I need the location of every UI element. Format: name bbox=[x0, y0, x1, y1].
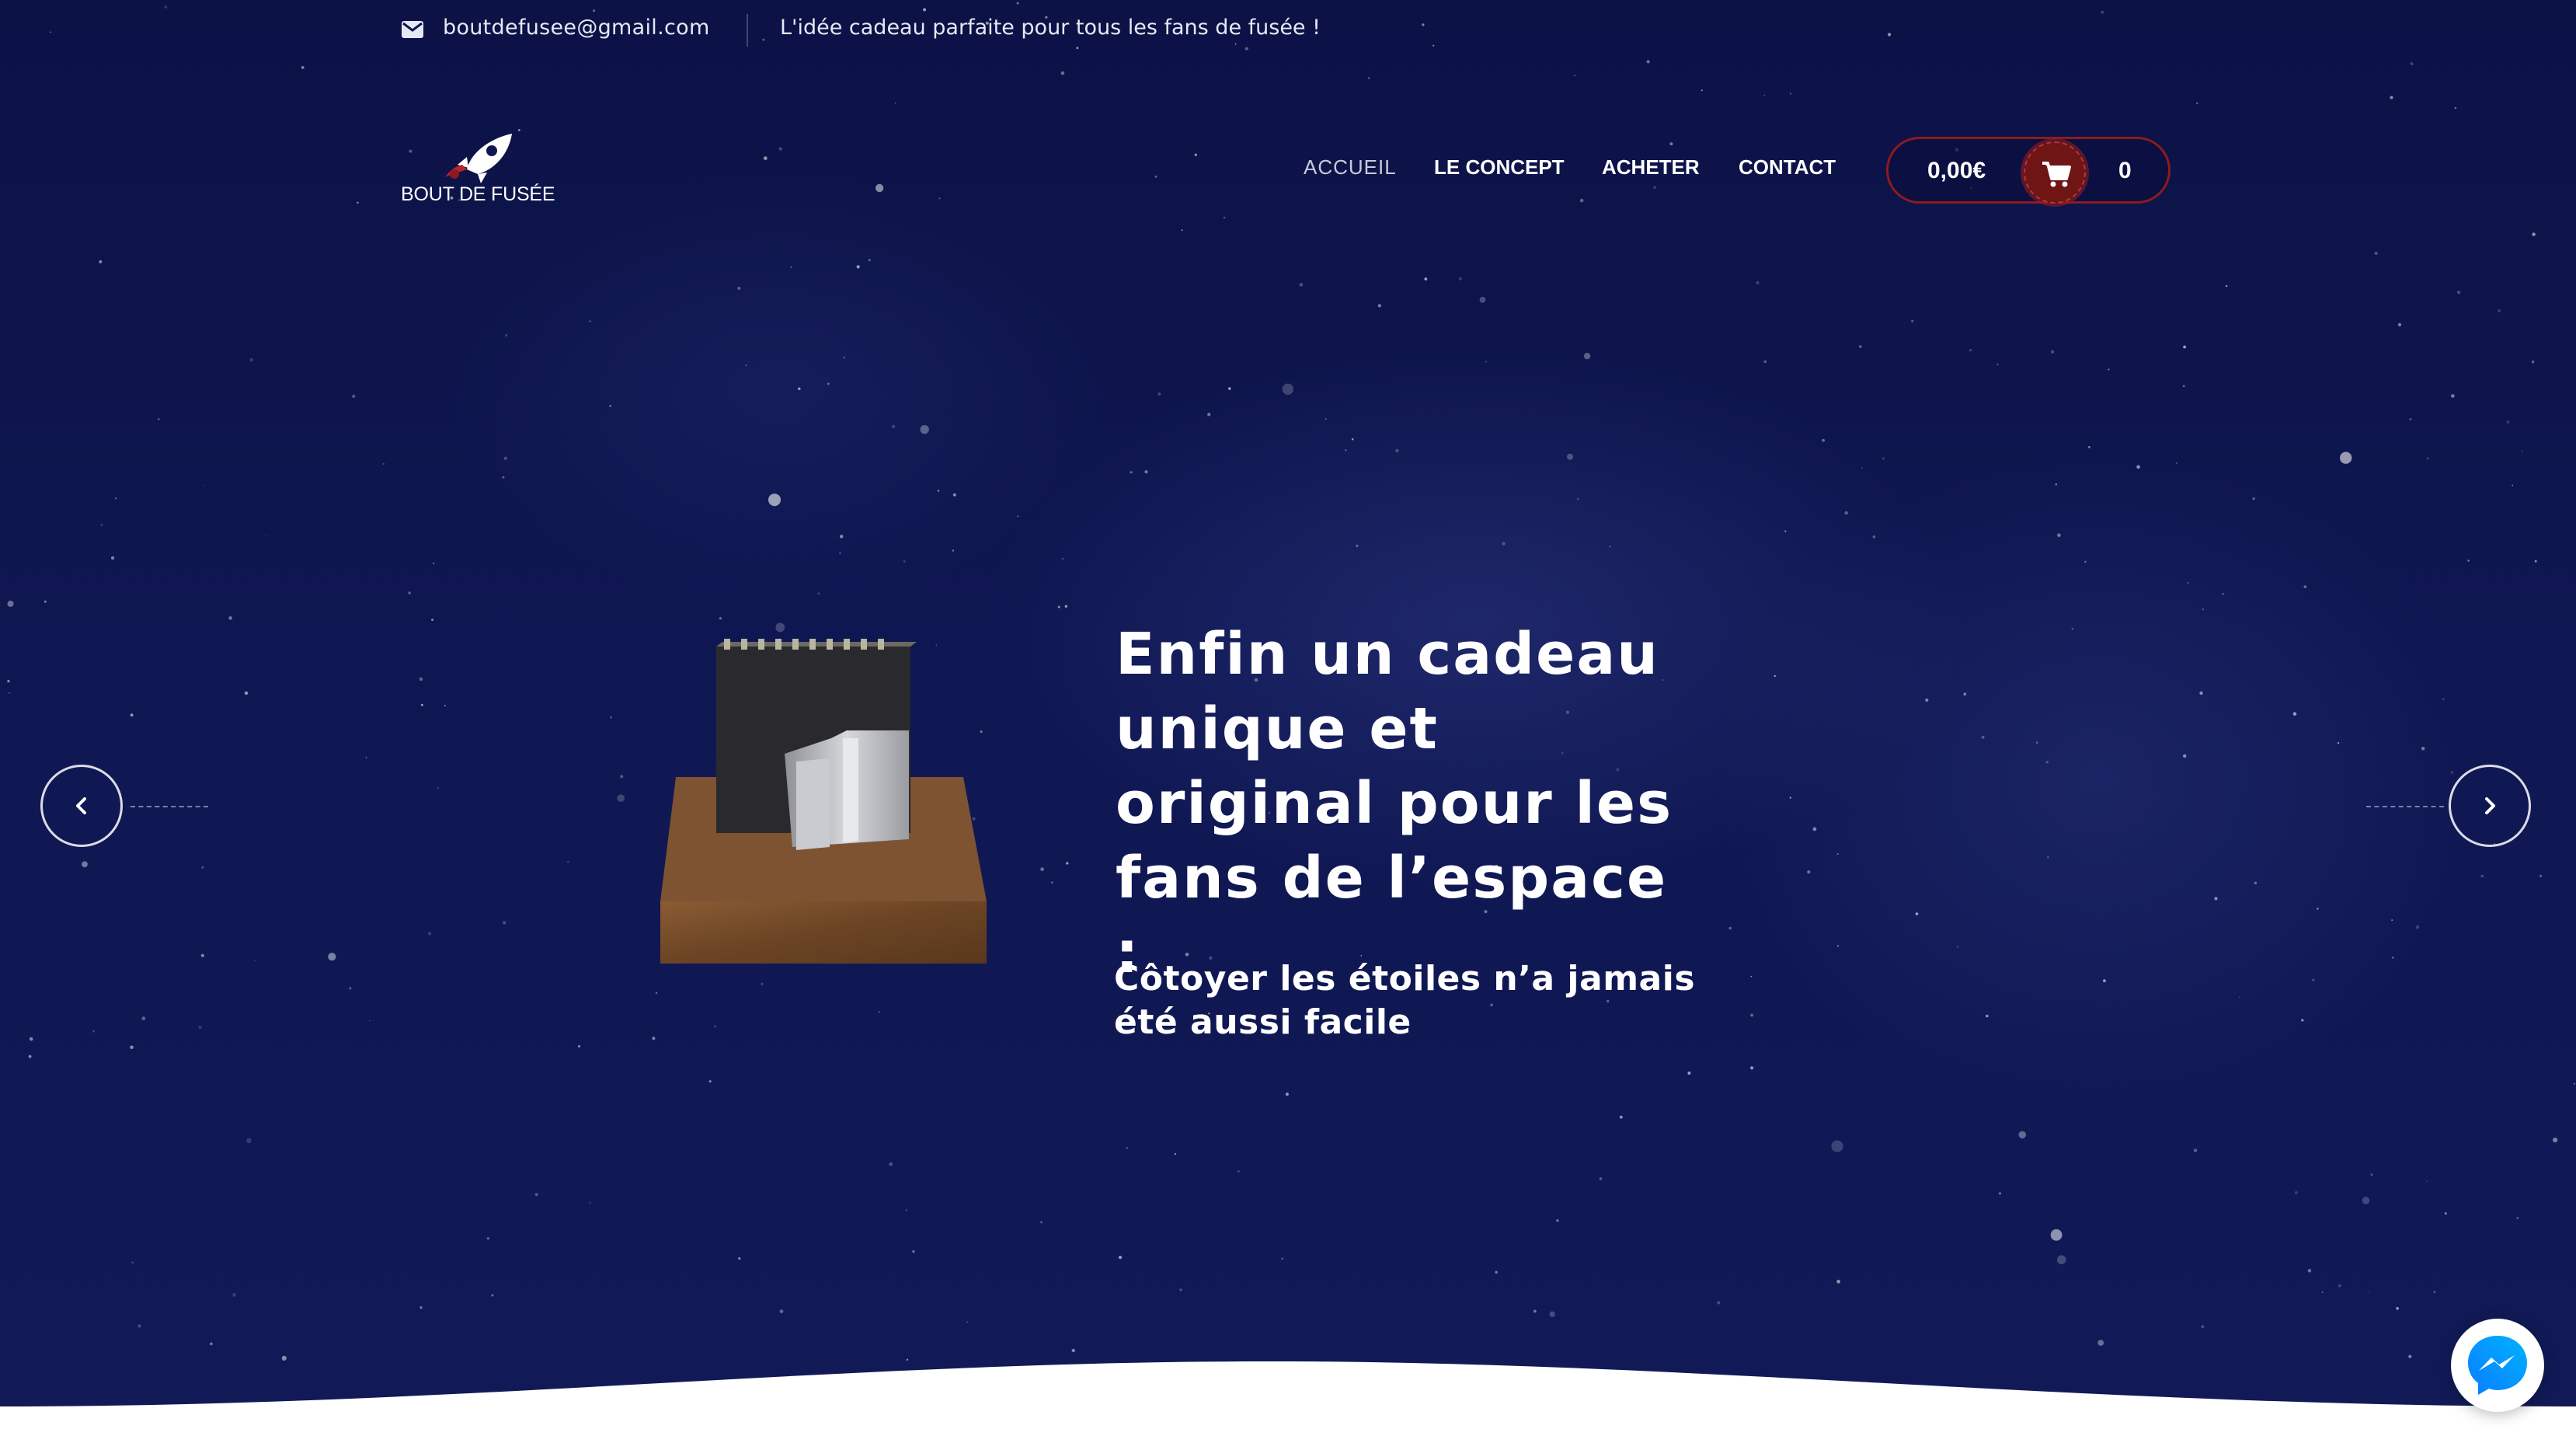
topbar-divider bbox=[747, 14, 748, 47]
top-bar: boutdefusee@gmail.com L'idée cadeau parf… bbox=[0, 0, 2576, 61]
prev-dash-line bbox=[131, 806, 208, 807]
chevron-right-icon bbox=[2485, 797, 2495, 814]
hero-section: boutdefusee@gmail.com L'idée cadeau parf… bbox=[0, 0, 2576, 1436]
messenger-icon bbox=[2468, 1336, 2527, 1395]
slider-subline: Côtoyer les étoiles n’a jamais été aussi… bbox=[1114, 959, 1696, 1042]
slider-prev-button[interactable] bbox=[40, 765, 123, 847]
logo-text: BOUT DE FUSÉE bbox=[401, 183, 555, 205]
nav-item-acheter[interactable]: ACHETER bbox=[1602, 155, 1700, 180]
envelope-icon bbox=[402, 21, 423, 38]
cart-widget[interactable]: 0,00€ 0 bbox=[1886, 137, 2170, 204]
cart-icon bbox=[2042, 162, 2071, 187]
topbar-tagline: L'idée cadeau parfaite pour tous les fan… bbox=[780, 16, 1321, 40]
slider-headline: Enfin un cadeau unique et original pour … bbox=[1116, 621, 1673, 986]
nav-item-le-concept[interactable]: LE CONCEPT bbox=[1434, 155, 1565, 180]
nav-item-accueil[interactable]: ACCUEIL bbox=[1304, 155, 1397, 180]
cart-button[interactable] bbox=[2024, 141, 2086, 204]
chevron-left-icon bbox=[76, 797, 86, 814]
nav-item-contact[interactable]: CONTACT bbox=[1739, 155, 1836, 180]
contact-email[interactable]: boutdefusee@gmail.com bbox=[443, 16, 710, 40]
cart-count: 0 bbox=[2118, 158, 2132, 183]
slider-next-button[interactable] bbox=[2449, 765, 2531, 847]
bottom-wave-divider bbox=[0, 1361, 2576, 1436]
cart-total: 0,00€ bbox=[1927, 158, 1986, 183]
rocket-icon bbox=[445, 134, 512, 183]
product-image bbox=[660, 639, 987, 964]
site-logo[interactable]: BOUT DE FUSÉE bbox=[401, 126, 555, 211]
next-dash-line bbox=[2366, 806, 2444, 807]
messenger-chat-button[interactable] bbox=[2451, 1319, 2544, 1412]
